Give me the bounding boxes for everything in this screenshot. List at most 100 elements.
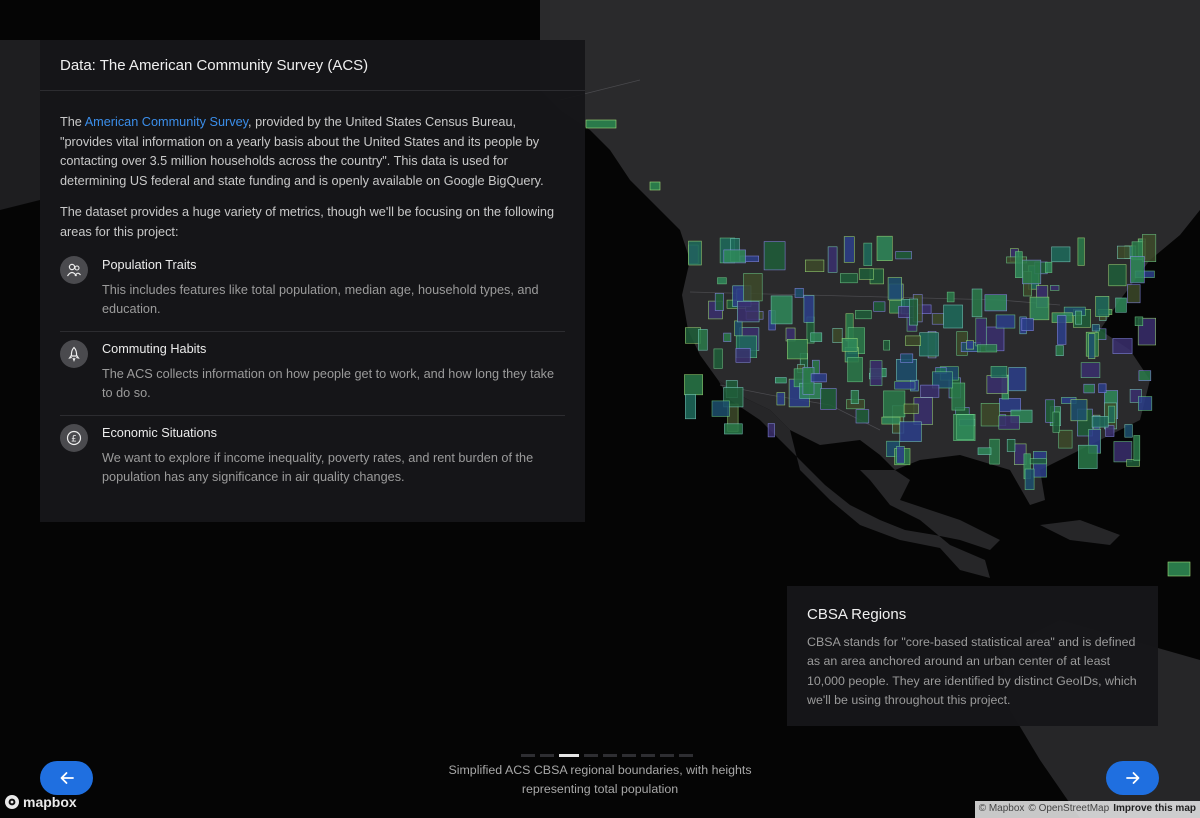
- cbsa-block: [734, 320, 743, 337]
- cbsa-block: [1077, 237, 1085, 266]
- cbsa-block: [820, 388, 837, 410]
- cbsa-block: [1021, 318, 1034, 331]
- cbsa-block: [1091, 324, 1100, 332]
- osm-attribution-link[interactable]: © OpenStreetMap: [1028, 803, 1109, 816]
- cbsa-block: [1029, 296, 1050, 321]
- cbsa-block: [1133, 435, 1141, 461]
- cbsa-block: [786, 338, 808, 360]
- acs-link[interactable]: American Community Survey: [85, 115, 248, 129]
- cbsa-block: [1113, 441, 1133, 463]
- cbsa-block: [794, 288, 804, 298]
- cbsa-block: [804, 259, 825, 272]
- feature-commuting-habits: Commuting Habits The ACS collects inform…: [60, 340, 565, 416]
- cbsa-block: [736, 300, 760, 323]
- cbsa-block: [1138, 396, 1153, 411]
- feature-title: Commuting Habits: [102, 342, 207, 356]
- cbsa-block: [1050, 285, 1060, 291]
- cbsa-block: [990, 366, 1008, 378]
- progress-step[interactable]: [521, 754, 535, 757]
- progress-step[interactable]: [559, 754, 579, 757]
- progress-step[interactable]: [660, 754, 674, 757]
- cbsa-block: [1167, 561, 1191, 577]
- cbsa-panel: CBSA Regions CBSA stands for "core-based…: [787, 586, 1158, 726]
- cbsa-title: CBSA Regions: [807, 606, 907, 623]
- intro-prefix: The: [60, 115, 85, 129]
- cbsa-block: [975, 317, 987, 347]
- map-attribution: © Mapbox © OpenStreetMap Improve this ma…: [974, 801, 1200, 818]
- progress-step[interactable]: [641, 754, 655, 757]
- progress-step[interactable]: [584, 754, 598, 757]
- cbsa-block: [1052, 411, 1060, 433]
- cbsa-block: [1124, 424, 1133, 438]
- cbsa-block: [1127, 284, 1141, 304]
- cbsa-block: [1022, 259, 1042, 285]
- mapbox-icon: [5, 795, 19, 809]
- feature-title: Population Traits: [102, 258, 197, 272]
- cbsa-block: [827, 246, 838, 273]
- cbsa-block: [1117, 245, 1131, 259]
- cbsa-block: [881, 416, 901, 425]
- info-panel-body: The American Community Survey, provided …: [40, 91, 585, 499]
- cbsa-block: [977, 447, 992, 455]
- cbsa-block: [1070, 399, 1088, 422]
- next-button[interactable]: [1106, 761, 1159, 795]
- cbsa-block: [984, 294, 1008, 312]
- feature-list: Population Traits This includes features…: [60, 256, 565, 499]
- cbsa-block: [1130, 256, 1145, 284]
- cbsa-block: [810, 332, 823, 342]
- cbsa-block: [774, 377, 787, 384]
- info-panel-title: Data: The American Community Survey (ACS…: [40, 40, 585, 91]
- progress-indicator: [521, 754, 693, 757]
- cbsa-block: [847, 357, 863, 383]
- cbsa-block: [803, 295, 815, 323]
- cbsa-block: [998, 398, 1021, 412]
- cbsa-block: [895, 251, 912, 260]
- arrow-right-icon: [1125, 772, 1139, 784]
- cbsa-block: [905, 335, 921, 346]
- map-caption: Simplified ACS CBSA regional boundaries,…: [448, 763, 752, 796]
- cbsa-block: [767, 423, 775, 438]
- cbsa-block: [850, 390, 859, 404]
- cbsa-block: [869, 360, 883, 386]
- focus-paragraph: The dataset provides a huge variety of m…: [60, 205, 554, 239]
- mapbox-logo-text: mapbox: [23, 794, 77, 810]
- cbsa-block: [894, 381, 916, 390]
- feature-economic-situations: £ Economic Situations We want to explore…: [60, 424, 565, 499]
- feature-desc: The ACS collects information on how peop…: [102, 367, 555, 400]
- cbsa-block: [649, 181, 661, 191]
- cbsa-block: [855, 310, 872, 320]
- cbsa-block: [956, 414, 975, 440]
- cbsa-block: [832, 327, 843, 343]
- previous-button[interactable]: [40, 761, 93, 795]
- progress-step[interactable]: [603, 754, 617, 757]
- mapbox-attribution-link[interactable]: © Mapbox: [979, 803, 1025, 816]
- cbsa-block: [995, 314, 1016, 329]
- cbsa-block: [965, 340, 974, 350]
- cbsa-block: [1078, 444, 1098, 469]
- cbsa-block: [931, 313, 945, 325]
- cbsa-block: [714, 292, 724, 311]
- progress-step[interactable]: [679, 754, 693, 757]
- progress-step[interactable]: [622, 754, 636, 757]
- cbsa-block: [1024, 468, 1035, 490]
- progress-step[interactable]: [540, 754, 554, 757]
- cbsa-block: [855, 409, 870, 424]
- people-icon: [60, 256, 88, 284]
- cbsa-block: [711, 400, 730, 417]
- improve-map-link[interactable]: Improve this map: [1113, 803, 1196, 816]
- cbsa-block: [684, 394, 696, 420]
- cbsa-block: [840, 273, 858, 284]
- cbsa-block: [688, 240, 702, 266]
- cbsa-block: [873, 301, 886, 312]
- cbsa-block: [903, 403, 919, 414]
- info-panel: Data: The American Community Survey (ACS…: [40, 40, 585, 522]
- pound-icon: £: [60, 424, 88, 452]
- cbsa-block: [951, 382, 966, 411]
- alaska-land: [0, 40, 40, 210]
- mapbox-logo[interactable]: mapbox: [4, 794, 77, 810]
- cbsa-block: [1134, 316, 1144, 326]
- cbsa-block: [980, 402, 1000, 427]
- cbsa-block: [713, 348, 723, 369]
- cbsa-block: [1045, 261, 1053, 273]
- cbsa-block: [723, 332, 732, 342]
